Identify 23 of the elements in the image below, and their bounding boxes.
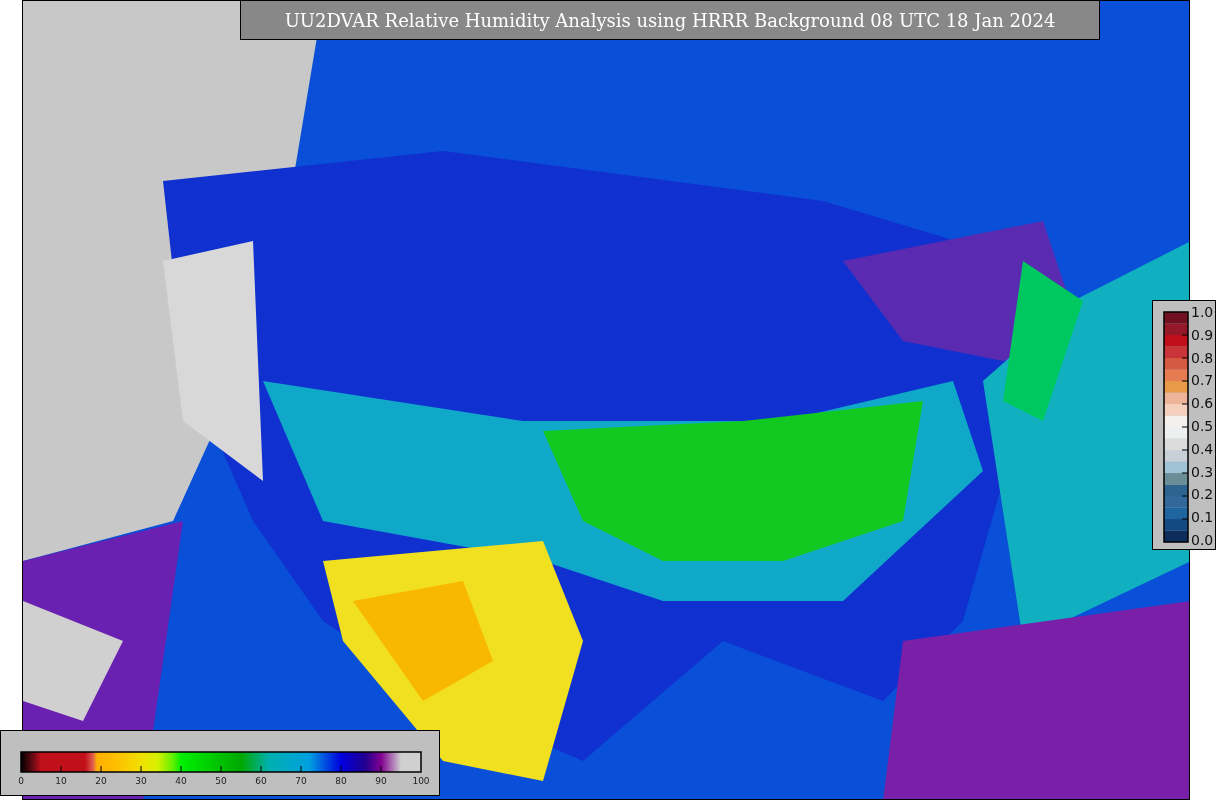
tick-label: 0.3	[1191, 463, 1214, 480]
map-title: UU2DVAR Relative Humidity Analysis using HRRR Background 08 UTC 18 Jan 2024	[240, 0, 1100, 40]
tick-label: 0.4	[1191, 440, 1214, 457]
tick-label: 0.9	[1191, 326, 1214, 343]
tick-label: 60	[255, 776, 267, 786]
tick-label: 0.6	[1191, 395, 1214, 412]
tick-label: 0.8	[1191, 349, 1214, 366]
tick-label: 70	[295, 776, 307, 786]
tick-label: 80	[335, 776, 347, 786]
tick-label: 0	[18, 776, 24, 786]
tick-label: 40	[175, 776, 187, 786]
tick-label: 100	[412, 776, 430, 786]
tick-label: 1.0	[1191, 304, 1214, 320]
tick-label: 10	[55, 776, 67, 786]
tick-label: 0.5	[1191, 418, 1214, 434]
tick-label: 0.2	[1191, 486, 1214, 503]
tick-label: 30	[135, 776, 147, 786]
tick-label: 90	[375, 776, 387, 786]
tick-label: 20	[95, 776, 107, 786]
tick-label: 0.1	[1191, 509, 1214, 526]
tick-label: 50	[215, 776, 227, 786]
tick-label: 0.7	[1191, 372, 1214, 389]
tick-label: 0.0	[1191, 532, 1214, 548]
